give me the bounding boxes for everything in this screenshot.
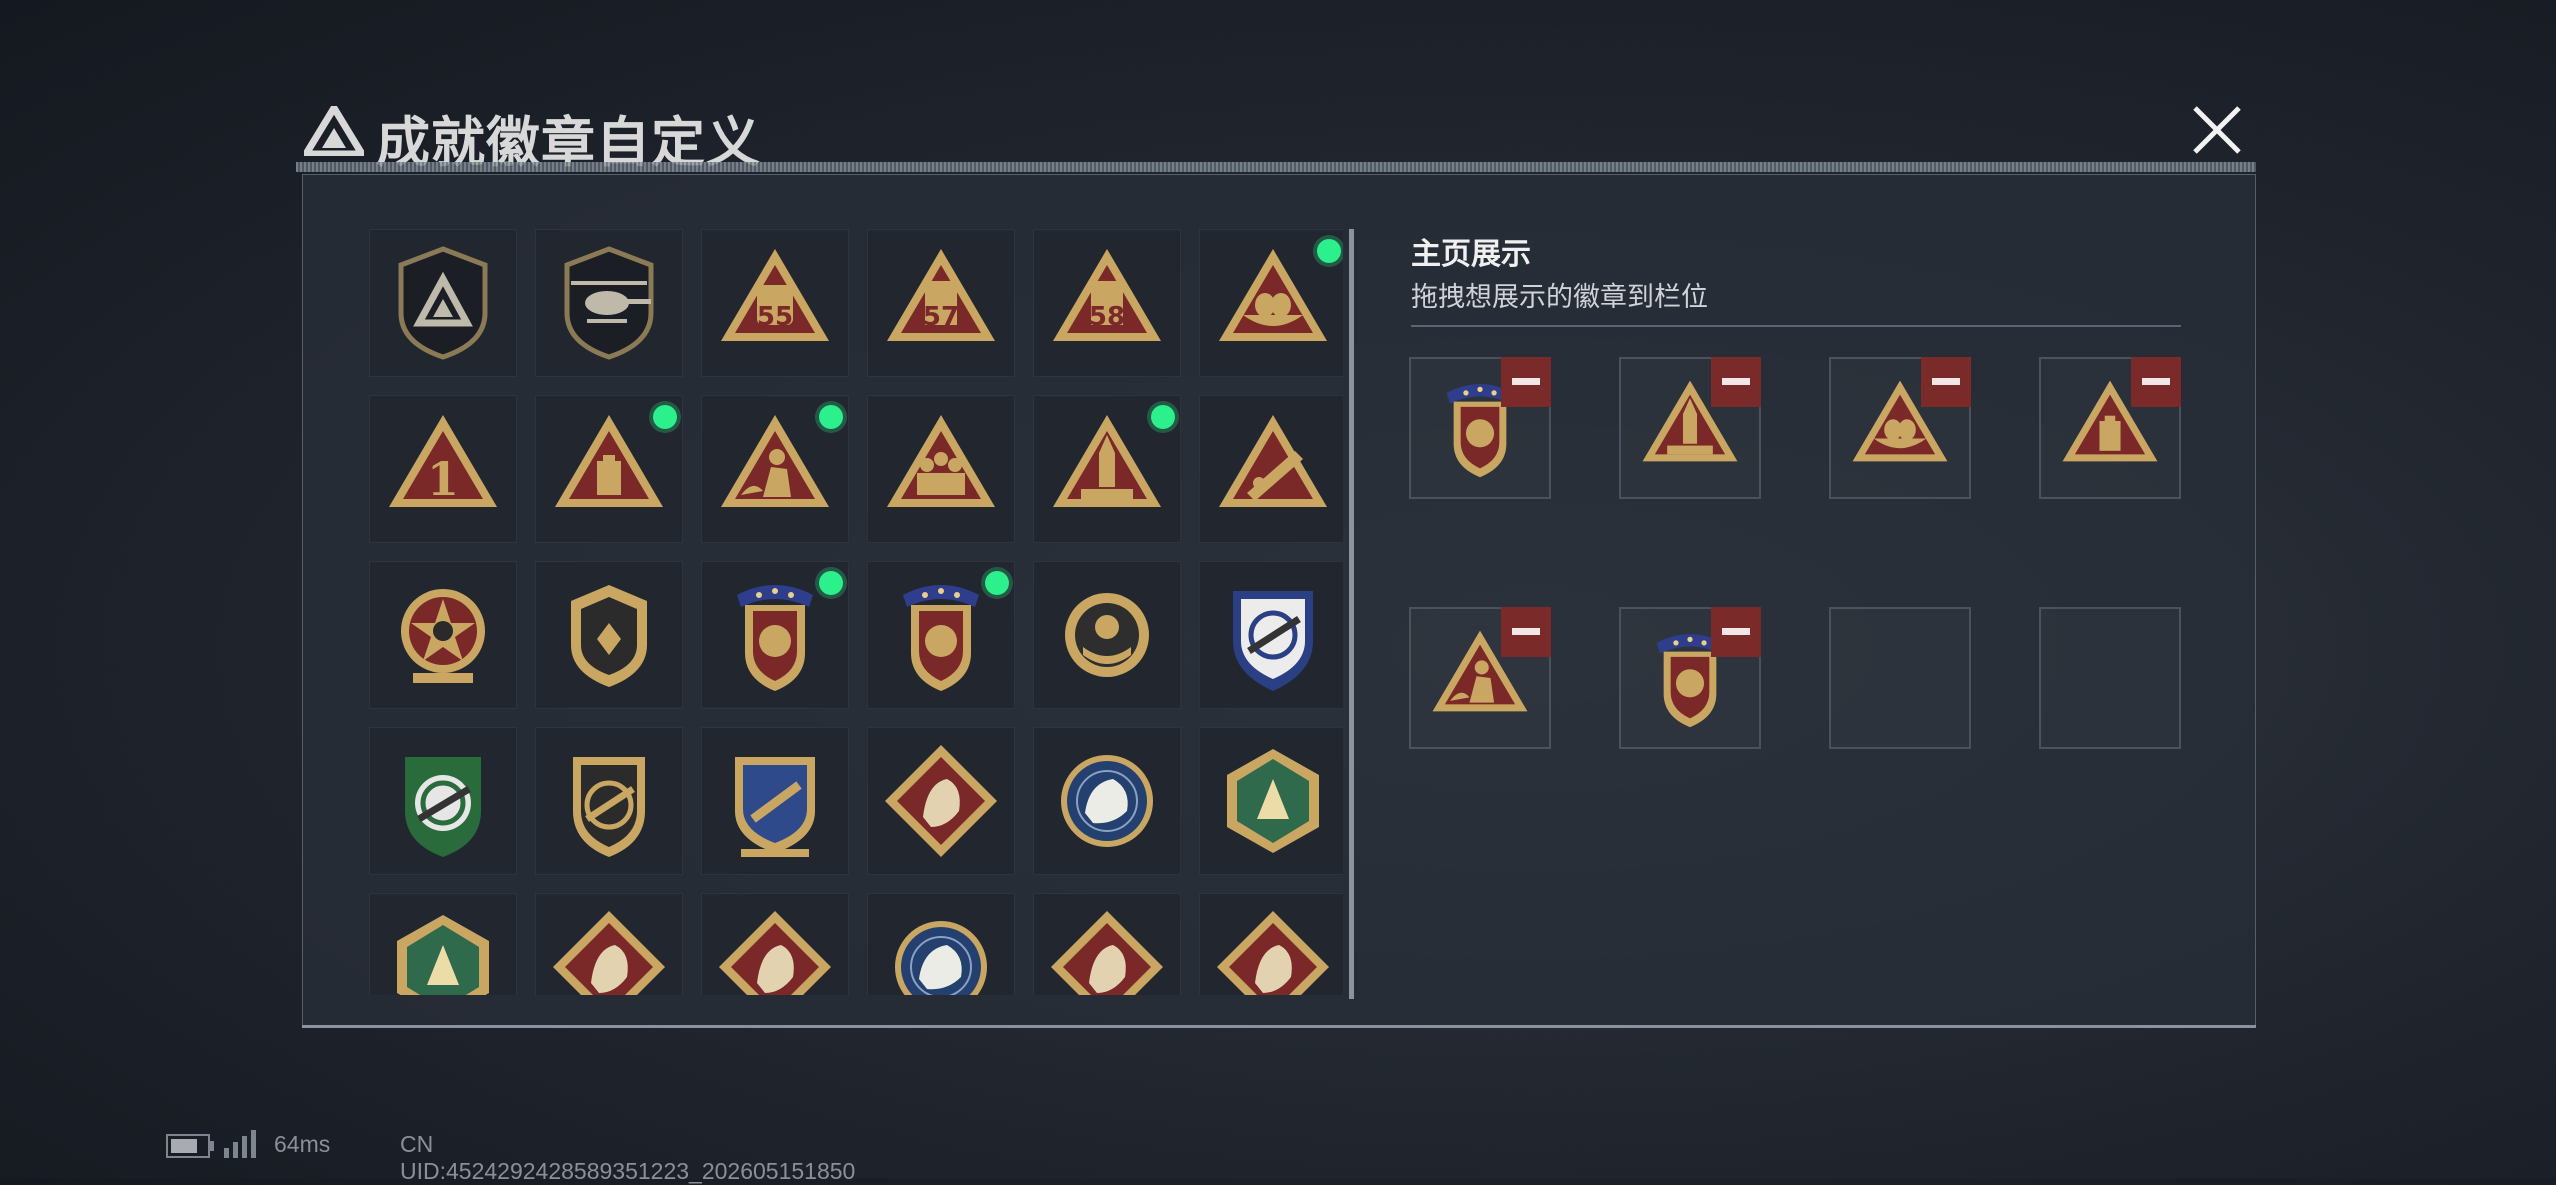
ping-readout: 64ms (274, 1131, 331, 1157)
badge-grid[interactable]: 55 57 58 1 (369, 229, 1343, 995)
medic-hexagon-icon (397, 915, 489, 995)
showcase-slot[interactable] (1829, 607, 1971, 749)
badge-cell[interactable] (701, 727, 849, 875)
blue-crosshair-emblem-icon (1233, 591, 1313, 691)
badge-cell[interactable]: 58 (1033, 229, 1181, 377)
svg-text:58: 58 (1089, 302, 1125, 332)
battery-icon (166, 1134, 214, 1158)
showcase-slot[interactable] (1409, 607, 1551, 749)
badge-cell[interactable] (701, 395, 849, 543)
badge-cell[interactable] (1033, 893, 1181, 995)
shield-emblem-icon (571, 585, 647, 687)
star-skull-medal-icon (401, 589, 485, 683)
badge-cell[interactable]: 57 (867, 229, 1015, 377)
horse-diamond-icon (1051, 911, 1163, 995)
remove-badge-button[interactable] (1711, 357, 1761, 407)
remove-badge-button[interactable] (1711, 607, 1761, 657)
helicopter-badge-icon (564, 246, 654, 360)
badge-cell[interactable] (867, 561, 1015, 709)
badge-cell[interactable] (1199, 893, 1343, 995)
squad-badge-icon (887, 415, 995, 507)
game-logo-icon (304, 106, 364, 156)
selected-indicator (1151, 405, 1175, 429)
showcase-slot[interactable] (1409, 357, 1551, 499)
tools-diamond-icon (1217, 911, 1329, 995)
remove-badge-button[interactable] (1501, 357, 1551, 407)
showcase-slot[interactable] (2039, 607, 2181, 749)
wolf-diamond-icon (885, 745, 997, 857)
badge-cell[interactable] (1199, 561, 1343, 709)
dragon-diamond-icon (553, 911, 665, 995)
badge-cell[interactable] (535, 229, 683, 377)
showcase-slot[interactable] (1619, 357, 1761, 499)
blue-gold-shield-icon (735, 757, 815, 857)
eagle-circle-icon (1061, 755, 1153, 847)
selected-indicator (1317, 239, 1341, 263)
selected-indicator (819, 571, 843, 595)
badge-cell[interactable] (369, 727, 517, 875)
shield-logo-badge-icon (398, 246, 488, 360)
uid-label: CN UID:4524292428589351223_202605151850 (400, 1131, 856, 1184)
header-divider (296, 162, 2256, 172)
panel-bottom-edge (302, 1025, 2256, 1028)
badge-cell[interactable] (701, 893, 849, 995)
svg-text:57: 57 (923, 302, 959, 332)
header: 成就徽章自定义 (300, 92, 2255, 173)
showcase-slot[interactable] (1619, 607, 1761, 749)
scrollbar[interactable] (1349, 229, 1354, 999)
badge-cell[interactable] (1199, 229, 1343, 377)
selected-indicator (653, 405, 677, 429)
badge-cell[interactable]: 55 (701, 229, 849, 377)
runner-diamond-icon (719, 911, 831, 995)
wasp-hexagon-icon (1227, 749, 1319, 853)
badge-cell[interactable] (535, 561, 683, 709)
green-rifle-shield-icon (405, 757, 481, 857)
badge-cell[interactable] (1033, 561, 1181, 709)
showcase-divider (1411, 325, 2181, 327)
signal-icon (224, 1130, 256, 1158)
badge-cell[interactable] (1199, 727, 1343, 875)
badge-cell[interactable] (369, 893, 517, 995)
remove-badge-button[interactable] (2131, 357, 2181, 407)
missile-badge-icon (1219, 415, 1327, 507)
level-58-badge-icon: 58 (1053, 249, 1161, 341)
close-icon[interactable] (2185, 98, 2249, 162)
wolf-circle-icon (895, 921, 987, 995)
badge-cell[interactable] (701, 561, 849, 709)
badge-cell[interactable] (867, 893, 1015, 995)
selected-indicator (819, 405, 843, 429)
badge-cell[interactable] (535, 893, 683, 995)
badge-cell[interactable]: 1 (369, 395, 517, 543)
badge-cell[interactable] (1033, 395, 1181, 543)
badge-cell[interactable] (369, 229, 517, 377)
badge-cell[interactable] (1199, 395, 1343, 543)
badge-cell[interactable] (535, 395, 683, 543)
svg-text:1: 1 (427, 452, 459, 506)
badge-cell[interactable] (867, 395, 1015, 543)
remove-badge-button[interactable] (1921, 357, 1971, 407)
badge-cell[interactable] (867, 727, 1015, 875)
level-55-badge-icon: 55 (721, 249, 829, 341)
showcase-slot[interactable] (1829, 357, 1971, 499)
badge-cell[interactable] (1033, 727, 1181, 875)
svg-text:55: 55 (757, 302, 793, 332)
number-1-badge-icon: 1 (389, 415, 497, 507)
remove-badge-button[interactable] (1501, 607, 1551, 657)
badge-cell[interactable] (369, 561, 517, 709)
level-57-badge-icon: 57 (887, 249, 995, 341)
badge-cell[interactable] (535, 727, 683, 875)
selected-indicator (985, 571, 1009, 595)
rifle-target-shield-icon (573, 757, 645, 857)
round-hands-emblem-icon (1065, 593, 1149, 677)
showcase-subtitle: 拖拽想展示的徽章到栏位 (1411, 282, 1708, 312)
homepage-showcase: 主页展示 拖拽想展示的徽章到栏位 (1409, 229, 2209, 989)
showcase-title: 主页展示 (1411, 238, 1531, 271)
badge-panel: 55 57 58 1 主页展示 拖拽想展示的徽章到栏位 (302, 174, 2256, 1028)
showcase-slot[interactable] (2039, 357, 2181, 499)
